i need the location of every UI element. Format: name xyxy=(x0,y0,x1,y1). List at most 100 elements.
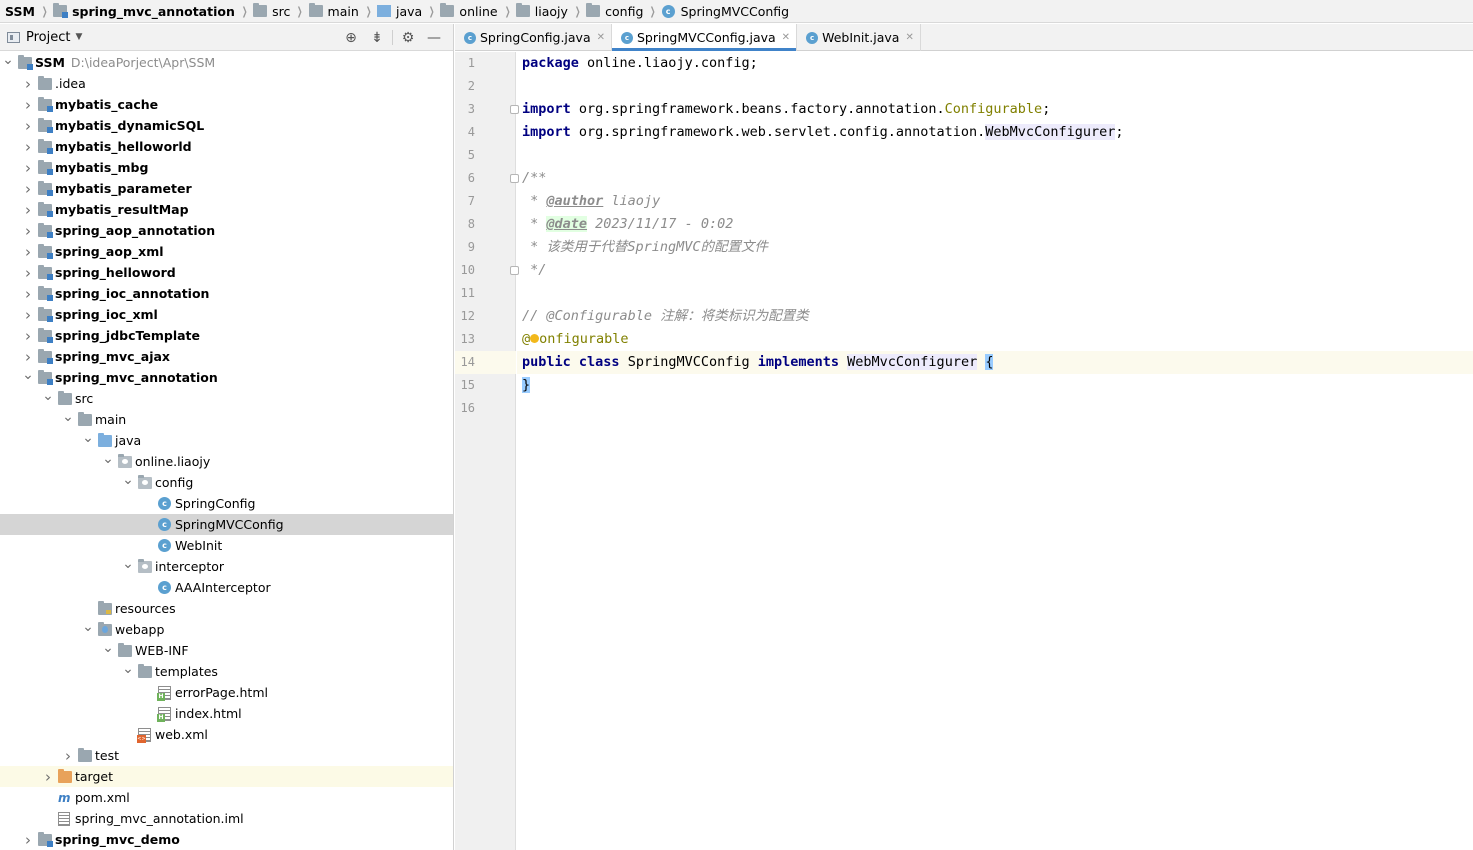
chevron-down-icon[interactable]: ⌄ xyxy=(102,451,114,467)
tree-item[interactable]: ›resources xyxy=(0,598,453,619)
folder-icon xyxy=(253,3,268,17)
chevron-down-icon[interactable]: ⌄ xyxy=(82,619,94,635)
tree-item[interactable]: › spring_ioc_xml xyxy=(0,304,453,325)
chevron-right-icon[interactable]: › xyxy=(22,117,34,135)
tree-item[interactable]: › mybatis_mbg xyxy=(0,157,453,178)
editor-tab[interactable]: c SpringMVCConfig.java ✕ xyxy=(612,24,798,51)
tree-item[interactable]: ›spring_mvc_annotation.iml xyxy=(0,808,453,829)
tree-item[interactable]: › mybatis_helloworld xyxy=(0,136,453,157)
editor-tab[interactable]: c SpringConfig.java ✕ xyxy=(455,24,612,51)
chevron-down-icon[interactable]: ⌄ xyxy=(102,640,114,656)
line-number: 11 xyxy=(460,286,475,300)
chevron-right-icon[interactable]: › xyxy=(22,327,34,345)
tree-item[interactable]: › mybatis_resultMap xyxy=(0,199,453,220)
tree-item[interactable]: › spring_jdbcTemplate xyxy=(0,325,453,346)
chevron-right-icon[interactable]: › xyxy=(22,348,34,366)
tree-item[interactable]: ›web.xml xyxy=(0,724,453,745)
intention-bulb-icon[interactable] xyxy=(530,333,540,343)
tree-item[interactable]: › mybatis_dynamicSQL xyxy=(0,115,453,136)
tab-label: WebInit.java xyxy=(822,30,900,45)
minimize-icon[interactable]: — xyxy=(421,30,447,46)
tree-item[interactable]: › target xyxy=(0,766,453,787)
breadcrumb-item[interactable]: spring_mvc_annotation ❯ xyxy=(53,0,253,22)
tree-item[interactable]: ›cSpringMVCConfig xyxy=(0,514,453,535)
package-icon xyxy=(118,453,132,468)
tree-item[interactable]: › spring_helloword xyxy=(0,262,453,283)
tree-item[interactable]: › mybatis_parameter xyxy=(0,178,453,199)
tree-item[interactable]: ›errorPage.html xyxy=(0,682,453,703)
chevron-right-icon[interactable]: › xyxy=(22,306,34,324)
chevron-right-icon[interactable]: › xyxy=(42,768,54,786)
tree-item-label: spring_mvc_annotation xyxy=(55,370,218,385)
tree-item[interactable]: › spring_aop_annotation xyxy=(0,220,453,241)
tree-item[interactable]: ⌄ src xyxy=(0,388,453,409)
tree-item[interactable]: › spring_mvc_demo xyxy=(0,829,453,850)
tree-item[interactable]: ›mpom.xml xyxy=(0,787,453,808)
breadcrumb-item[interactable]: main ❯ xyxy=(308,0,377,22)
breadcrumb-item[interactable]: config ❯ xyxy=(586,0,661,22)
tree-item[interactable]: ⌄ java xyxy=(0,430,453,451)
excluded-folder-icon xyxy=(58,768,72,783)
tree-item[interactable]: › spring_aop_xml xyxy=(0,241,453,262)
tree-item[interactable]: ⌄ interceptor xyxy=(0,556,453,577)
tree-item[interactable]: ⌄ WEB-INF xyxy=(0,640,453,661)
chevron-down-icon[interactable]: ⌄ xyxy=(122,556,134,572)
chevron-right-icon[interactable]: › xyxy=(22,243,34,261)
chevron-down-icon[interactable]: ⌄ xyxy=(122,472,134,488)
tree-item[interactable]: ⌄ templates xyxy=(0,661,453,682)
chevron-down-icon[interactable]: ⌄ xyxy=(42,388,54,404)
chevron-right-icon[interactable]: › xyxy=(22,180,34,198)
chevron-right-icon[interactable]: › xyxy=(22,222,34,240)
chevron-down-icon[interactable]: ⌄ xyxy=(122,661,134,677)
breadcrumb-item[interactable]: src ❯ xyxy=(253,0,308,22)
chevron-down-icon[interactable]: ⌄ xyxy=(82,430,94,446)
chevron-right-icon[interactable]: › xyxy=(22,285,34,303)
tree-item[interactable]: ›cSpringConfig xyxy=(0,493,453,514)
chevron-right-icon[interactable]: › xyxy=(22,138,34,156)
breadcrumb-item[interactable]: SSM ❯ xyxy=(3,0,53,22)
tree-item[interactable]: ›index.html xyxy=(0,703,453,724)
tree-item[interactable]: ›cWebInit xyxy=(0,535,453,556)
tree-item[interactable]: ⌄ spring_mvc_annotation xyxy=(0,367,453,388)
tree-item[interactable]: ⌄ main xyxy=(0,409,453,430)
chevron-down-icon[interactable]: ⌄ xyxy=(2,52,14,68)
collapse-icon[interactable]: ⇟ xyxy=(364,30,390,46)
editor-tab[interactable]: c WebInit.java ✕ xyxy=(797,24,921,51)
tree-item[interactable]: ⌄ SSM D:\ideaPorject\Apr\SSM xyxy=(0,52,453,73)
tree-item[interactable]: ⌄ online.liaojy xyxy=(0,451,453,472)
code-editor[interactable]: 1 2 3 4 5 6 7 8 9 10 11 12 13 14 15 16 package online.l… xyxy=(455,52,1473,850)
chevron-right-icon[interactable]: › xyxy=(22,201,34,219)
locate-icon[interactable]: ⊕ xyxy=(338,30,364,46)
tree-item[interactable]: › spring_mvc_ajax xyxy=(0,346,453,367)
tree-item[interactable]: ⌄ config xyxy=(0,472,453,493)
chevron-right-icon[interactable]: › xyxy=(62,747,74,765)
chevron-right-icon[interactable]: › xyxy=(22,264,34,282)
chevron-down-icon[interactable]: ▼ xyxy=(75,32,82,42)
gear-icon[interactable]: ⚙ xyxy=(395,30,421,46)
close-icon[interactable]: ✕ xyxy=(782,32,790,43)
chevron-right-icon[interactable]: › xyxy=(22,96,34,114)
tree-item-label: WEB-INF xyxy=(135,643,189,658)
chevron-right-icon[interactable]: › xyxy=(22,75,34,93)
tree-item[interactable]: › test xyxy=(0,745,453,766)
chevron-right-icon: ❯ xyxy=(41,4,48,18)
chevron-down-icon[interactable]: ⌄ xyxy=(22,367,34,383)
chevron-right-icon[interactable]: › xyxy=(22,831,34,849)
chevron-right-icon[interactable]: › xyxy=(22,159,34,177)
close-icon[interactable]: ✕ xyxy=(597,32,605,43)
module-folder-icon xyxy=(38,117,53,133)
breadcrumb-item[interactable]: liaojy ❯ xyxy=(515,0,586,22)
tree-item[interactable]: › .idea xyxy=(0,73,453,94)
chevron-down-icon[interactable]: ⌄ xyxy=(62,409,74,425)
tree-item[interactable]: ›cAAAInterceptor xyxy=(0,577,453,598)
tab-label: SpringConfig.java xyxy=(480,30,591,45)
breadcrumb-item[interactable]: online ❯ xyxy=(440,0,515,22)
breadcrumb-item[interactable]: c SpringMVCConfig xyxy=(661,0,792,22)
close-icon[interactable]: ✕ xyxy=(905,32,913,43)
project-view-selector[interactable]: Project xyxy=(26,30,70,45)
class-icon: c xyxy=(158,539,171,552)
tree-item[interactable]: › mybatis_cache xyxy=(0,94,453,115)
tree-item[interactable]: › spring_ioc_annotation xyxy=(0,283,453,304)
breadcrumb-item[interactable]: java ❯ xyxy=(377,0,440,22)
tree-item[interactable]: ⌄ webapp xyxy=(0,619,453,640)
